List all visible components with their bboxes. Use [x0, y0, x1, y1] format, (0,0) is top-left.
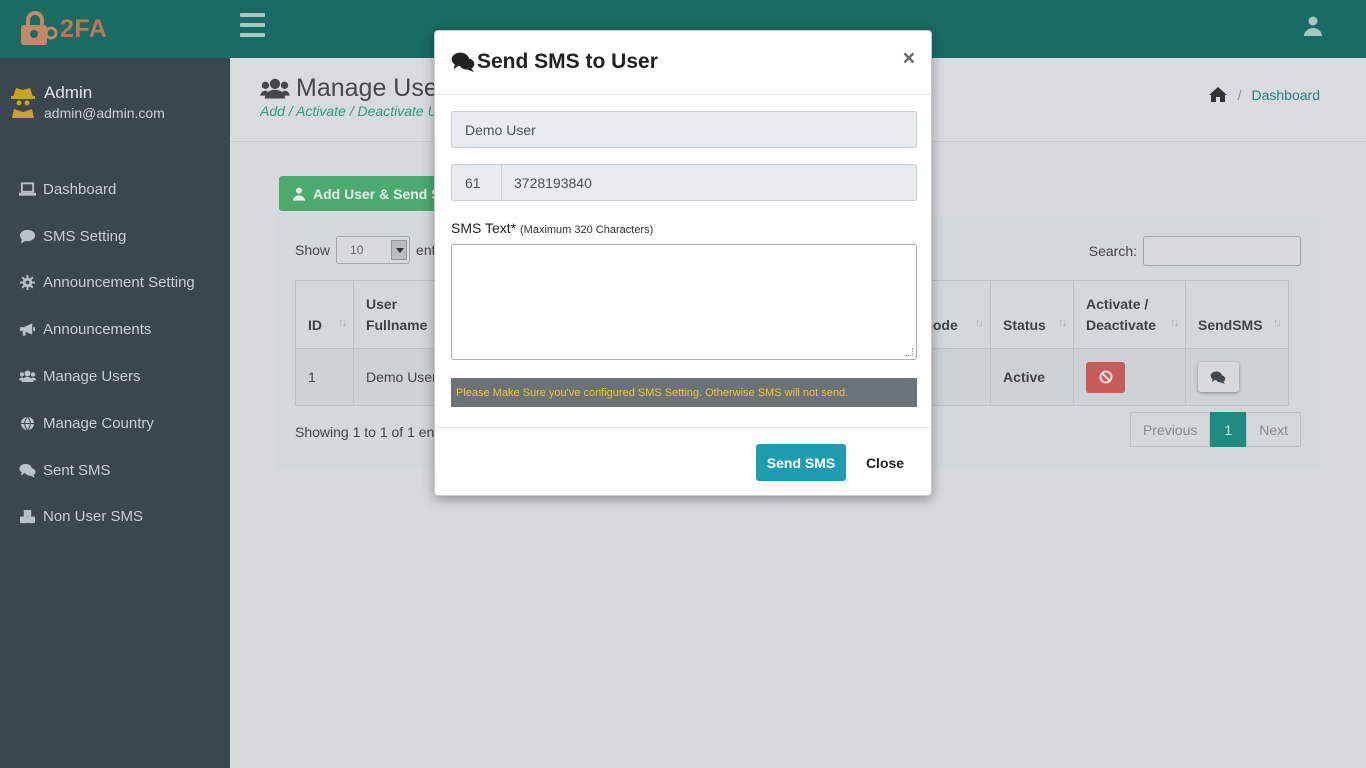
sidebar-item-label: Announcements: [43, 321, 152, 339]
sidebar-item-manage-users[interactable]: Manage Users: [0, 353, 230, 400]
close-icon[interactable]: ×: [903, 48, 915, 69]
padlock-icon: [21, 11, 58, 45]
sidebar-item-label: Manage Users: [43, 368, 141, 386]
sidebar: 2FA Admin admin@admin.com Dashboard SMS …: [0, 0, 230, 768]
add-user-button-label: Add User & Send SM: [313, 185, 453, 202]
app-logo[interactable]: 2FA: [18, 11, 107, 47]
column-header-activate[interactable]: Activate / Deactivate ↑↓: [1073, 280, 1186, 349]
sidebar-item-sent-sms[interactable]: Sent SMS: [0, 447, 230, 494]
show-label: Show: [295, 242, 331, 258]
table-search: Search:: [1089, 236, 1301, 266]
sort-icon: ↑↓: [975, 317, 984, 329]
user-name: Admin: [44, 83, 93, 102]
globe-icon: [18, 415, 36, 431]
user-icon: [293, 187, 305, 201]
sidebar-menu: Dashboard SMS Setting Announcement Setti…: [0, 166, 230, 540]
users-icon: [260, 78, 290, 99]
search-label: Search:: [1088, 243, 1137, 259]
cell-sendsms: [1184, 348, 1290, 406]
search-input[interactable]: [1143, 236, 1301, 266]
entries-select-value: 10: [350, 243, 364, 257]
sidebar-item-label: SMS Setting: [43, 227, 127, 245]
close-button[interactable]: Close: [859, 444, 911, 481]
column-header-id[interactable]: ID ↑↓: [295, 280, 354, 349]
cell-activate: [1073, 348, 1186, 406]
sidebar-item-label: Sent SMS: [43, 461, 111, 479]
logo-bar: 2FA: [0, 0, 230, 58]
chevron-down-icon: [391, 240, 408, 260]
cell-id: 1: [295, 348, 354, 406]
page-title: Manage User: [260, 74, 446, 103]
comments-icon: [451, 52, 475, 72]
page-subtitle: Add / Activate / Deactivate Use: [260, 103, 453, 119]
sort-icon: ↑↓: [1273, 317, 1282, 329]
sidebar-item-label: Dashboard: [43, 180, 117, 198]
phone-number-field[interactable]: 3728193840: [501, 164, 917, 201]
home-icon[interactable]: [1208, 86, 1228, 103]
gear-icon: [18, 275, 36, 291]
phone-field-group: 61 3728193840: [451, 164, 917, 201]
modal-body: Demo User 61 3728193840 SMS Text* (Maxim…: [451, 111, 917, 407]
spy-icon: [11, 88, 35, 118]
sort-icon: ↑↓: [337, 317, 347, 329]
cell-status: Active: [990, 348, 1075, 406]
modal-header: Send SMS to User ×: [435, 31, 931, 95]
modal-title: Send SMS to User: [451, 50, 658, 74]
sort-icon: ↑↓: [1169, 317, 1179, 329]
ban-icon: [1099, 370, 1113, 384]
sidebar-item-announcements[interactable]: Announcements: [0, 306, 230, 353]
comments-icon: [18, 462, 36, 478]
laptop-icon: [18, 181, 36, 197]
send-sms-button[interactable]: Send SMS: [756, 444, 846, 481]
country-code-field[interactable]: 61: [451, 164, 501, 201]
cubes-icon: [18, 509, 36, 525]
sidebar-item-announcement-setting[interactable]: Announcement Setting: [0, 260, 230, 307]
users-icon: [18, 369, 36, 385]
pagination-page-1[interactable]: 1: [1210, 412, 1247, 447]
sort-icon: ↑↓: [1058, 317, 1067, 329]
sidebar-item-label: Non User SMS: [43, 508, 144, 526]
entries-select[interactable]: 10: [336, 236, 411, 264]
breadcrumb: / Dashboard: [1208, 86, 1320, 103]
pagination-next[interactable]: Next: [1246, 412, 1301, 447]
comment-icon: [18, 228, 36, 244]
logo-text: 2FA: [60, 14, 108, 43]
send-sms-modal: Send SMS to User × Demo User 61 37281938…: [434, 30, 932, 496]
sidebar-item-manage-country[interactable]: Manage Country: [0, 400, 230, 447]
sms-text-label-main: SMS Text*: [451, 220, 517, 236]
comments-icon: [1211, 370, 1226, 384]
user-panel: Admin admin@admin.com: [0, 58, 230, 148]
user-email: admin@admin.com: [44, 105, 165, 121]
send-sms-row-button[interactable]: [1197, 362, 1239, 392]
resize-handle-icon[interactable]: [905, 348, 913, 356]
user-fullname-field[interactable]: Demo User: [451, 111, 917, 148]
sidebar-item-label: Manage Country: [43, 414, 154, 432]
sms-text-area[interactable]: [451, 244, 917, 360]
entries-length-control: Show 10 entr: [295, 236, 440, 264]
column-header-sendsms[interactable]: SendSMS ↑↓: [1184, 280, 1290, 349]
breadcrumb-dashboard-link[interactable]: Dashboard: [1252, 87, 1321, 103]
sidebar-item-label: Announcement Setting: [43, 274, 195, 292]
megaphone-icon: [18, 322, 36, 338]
column-header-status[interactable]: Status ↑↓: [990, 280, 1075, 349]
sidebar-item-non-user-sms[interactable]: Non User SMS: [0, 494, 230, 541]
table-info: Showing 1 to 1 of 1 ent: [295, 424, 439, 440]
modal-title-text: Send SMS to User: [477, 50, 658, 73]
deactivate-button[interactable]: [1086, 361, 1126, 393]
sidebar-item-dashboard[interactable]: Dashboard: [0, 166, 230, 213]
breadcrumb-separator: /: [1237, 86, 1242, 103]
pagination-previous[interactable]: Previous: [1129, 412, 1211, 447]
hamburger-menu-icon[interactable]: [240, 13, 265, 37]
page-title-text: Manage User: [296, 74, 447, 102]
pagination: Previous 1 Next: [1129, 412, 1301, 447]
modal-footer: Send SMS Close: [435, 427, 931, 495]
sidebar-item-sms-setting[interactable]: SMS Setting: [0, 213, 230, 260]
user-icon[interactable]: [1304, 16, 1322, 36]
sms-text-label: SMS Text* (Maximum 320 Characters): [451, 220, 917, 236]
sms-text-hint: (Maximum 320 Characters): [520, 224, 654, 236]
sms-warning-message: Please Make Sure you've configured SMS S…: [451, 378, 917, 407]
